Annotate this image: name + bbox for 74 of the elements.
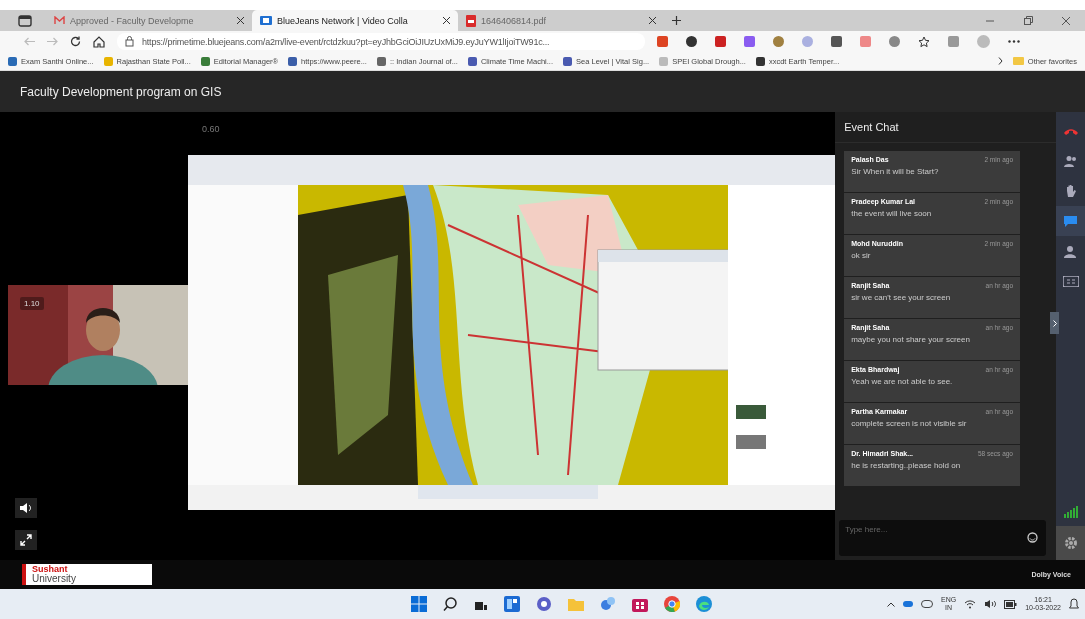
- bookmark-icon: [376, 56, 386, 66]
- message-text: complete screen is not visible sir: [851, 419, 968, 428]
- chrome-icon[interactable]: [664, 596, 680, 612]
- fullscreen-button[interactable]: [15, 530, 37, 550]
- bookmark-icon: [659, 56, 669, 66]
- pdf-icon: [466, 14, 476, 27]
- chat-icon: [1063, 215, 1078, 227]
- gear-icon: [1063, 536, 1078, 550]
- store-icon[interactable]: [632, 596, 648, 612]
- bookmark-icon: [8, 56, 17, 66]
- tab-title: Approved - Faculty Developme: [70, 15, 195, 26]
- message-text: ok sir: [851, 251, 872, 260]
- phone-icon: [1062, 126, 1079, 136]
- tab-close-icon[interactable]: [649, 17, 656, 24]
- emoji-icon[interactable]: [1027, 532, 1038, 543]
- bookmark-icon: [467, 56, 477, 66]
- signal-icon: [1063, 506, 1078, 518]
- bookmark-icon: [288, 56, 298, 66]
- new-tab-icon[interactable]: [672, 16, 681, 25]
- bookmark-icon: [200, 56, 210, 66]
- message-text: Yeah we are not able to see.: [851, 377, 954, 386]
- bookmark-icon: [563, 56, 573, 66]
- message-text: the event will live soon: [851, 209, 933, 218]
- speaker-icon: [19, 502, 33, 514]
- start-icon[interactable]: [411, 596, 427, 612]
- favorites-icon[interactable]: [918, 35, 930, 48]
- self-view-timer: 1.10: [20, 297, 44, 310]
- message-text: sir we can't see your screen: [851, 293, 952, 302]
- battery-icon[interactable]: [1004, 599, 1018, 609]
- message-text: maybe you not share your screen: [851, 335, 971, 344]
- hand-icon: [1065, 184, 1076, 198]
- browser-tab[interactable]: BlueJeans Network | Video Colla: [252, 10, 458, 31]
- stage-timer: 0.60: [202, 124, 220, 134]
- lock-icon: [125, 36, 134, 47]
- chevron-icon[interactable]: [997, 57, 1003, 65]
- folder-icon: [1012, 57, 1024, 65]
- tab-actions-icon[interactable]: [18, 14, 32, 27]
- tab-close-icon[interactable]: [443, 17, 450, 24]
- event-title: Faculty Development program on GIS: [20, 84, 222, 99]
- volume-button[interactable]: [15, 498, 37, 518]
- tab-title: 1646406814.pdf: [481, 15, 548, 26]
- mail-icon: [54, 16, 65, 25]
- chat-title: Event Chat: [844, 121, 899, 133]
- settings-button[interactable]: [1056, 526, 1085, 560]
- speaker-icon[interactable]: [984, 599, 997, 609]
- reload-icon[interactable]: [70, 36, 81, 47]
- chat-input[interactable]: Type here...: [839, 520, 1046, 556]
- captions-icon: [1062, 275, 1079, 287]
- bookmark-icon: [755, 56, 765, 66]
- notification-icon[interactable]: [1069, 598, 1079, 610]
- address-field[interactable]: https://primetime.bluejeans.com/a2m/live-event/rctdzkuu?pt=eyJhbGciOiJIUzUxMiJ9.eyJuYW1lIjoiTW91c...: [117, 33, 645, 50]
- university-logo: Sushant University: [22, 564, 152, 585]
- browser-tab[interactable]: Approved - Faculty Developme: [46, 10, 252, 31]
- expand-icon: [20, 534, 32, 546]
- person-share-icon: [1063, 244, 1078, 258]
- edge-icon[interactable]: [696, 596, 712, 612]
- more-icon[interactable]: [1008, 40, 1020, 43]
- restore-icon[interactable]: [1023, 15, 1033, 26]
- chevron-up-icon[interactable]: [887, 601, 896, 607]
- video-icon: [260, 16, 272, 25]
- browser-tab[interactable]: 1646406814.pdf: [458, 10, 664, 31]
- bookmark-icon: [103, 56, 113, 66]
- collapse-chat-button[interactable]: [1050, 312, 1059, 334]
- message-text: Sir When it will be Start?: [851, 167, 940, 176]
- search-icon[interactable]: [443, 596, 458, 612]
- tab-title: BlueJeans Network | Video Colla: [277, 15, 409, 26]
- wifi-icon[interactable]: [964, 599, 977, 609]
- tab-close-icon[interactable]: [237, 17, 244, 24]
- close-icon[interactable]: [1061, 15, 1071, 26]
- people-icon: [1063, 155, 1078, 167]
- home-icon[interactable]: [93, 35, 105, 48]
- widgets-icon[interactable]: [504, 596, 520, 612]
- message-text: he is restarting..please hold on: [851, 461, 962, 470]
- chevron-icon: [1052, 319, 1057, 327]
